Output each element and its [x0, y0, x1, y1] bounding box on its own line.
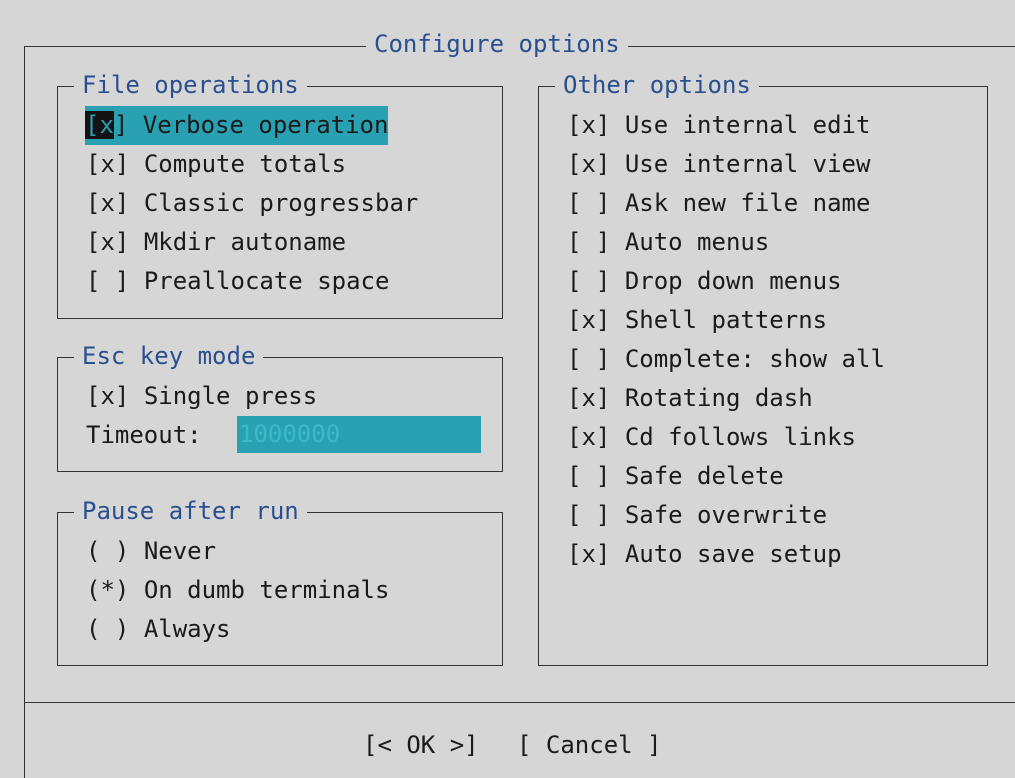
checkbox-mark: [x] [567, 150, 611, 178]
checkbox-label: Auto menus [624, 228, 770, 256]
checkbox-compute-totals[interactable]: [x] Compute totals [86, 145, 346, 184]
checkbox-mark: [x] [86, 150, 130, 178]
checkbox-label: Cd follows links [624, 423, 856, 451]
checkbox-label: Single press [143, 382, 318, 410]
checkbox-cd-follows-links[interactable]: [x] Cd follows links [567, 418, 856, 457]
checkbox-label: Safe delete [624, 462, 784, 490]
radio-label: Always [143, 615, 231, 643]
checkbox-preallocate-space[interactable]: [ ] Preallocate space [86, 262, 389, 301]
esc-key-mode-group: Esc key mode [x] Single press Timeout: [57, 337, 503, 472]
checkbox-drop-down-menus[interactable]: [ ] Drop down menus [567, 262, 842, 301]
checkbox-complete-show-all[interactable]: [ ] Complete: show all [567, 340, 885, 379]
esc-key-mode-title: Esc key mode [74, 337, 264, 376]
dialog-title: Configure options [366, 25, 628, 64]
checkbox-mark-close: ] [113, 111, 129, 139]
checkbox-label: Auto save setup [624, 540, 842, 568]
checkbox-single-press[interactable]: [x] Single press [86, 377, 317, 416]
checkbox-mark: [x] [86, 228, 130, 256]
dialog-border-left [24, 46, 25, 778]
checkbox-label: Preallocate space [143, 267, 390, 295]
checkbox-mark: [ ] [567, 345, 611, 373]
timeout-input[interactable]: 1000000 [237, 416, 481, 453]
checkbox-label: Shell patterns [624, 306, 828, 334]
checkbox-use-internal-edit[interactable]: [x] Use internal edit [567, 106, 870, 145]
timeout-label: Timeout: [86, 421, 202, 449]
radio-mark: ( ) [86, 615, 130, 643]
checkbox-mark: [x] [86, 189, 130, 217]
checkbox-label: Mkdir autoname [143, 228, 347, 256]
checkbox-mark: [x] [567, 306, 611, 334]
checkbox-mark: [ ] [567, 501, 611, 529]
checkbox-auto-save-setup[interactable]: [x] Auto save setup [567, 535, 842, 574]
checkbox-mark-open: [ [85, 111, 100, 139]
checkbox-mark: [x] [567, 540, 611, 568]
radio-always[interactable]: ( ) Always [86, 610, 231, 649]
checkbox-label: Use internal edit [624, 111, 871, 139]
checkbox-mark: [ ] [567, 462, 611, 490]
cancel-button[interactable]: [ Cancel ] [517, 726, 662, 765]
radio-label: On dumb terminals [143, 576, 390, 604]
checkbox-mark: [ ] [86, 267, 130, 295]
checkbox-mark: [x] [567, 423, 611, 451]
checkbox-mark: [ ] [567, 189, 611, 217]
checkbox-mark: [ ] [567, 267, 611, 295]
pause-after-run-group: Pause after run ( ) Never (*) On dumb te… [57, 492, 503, 666]
checkbox-label: Compute totals [143, 150, 347, 178]
radio-mark: ( ) [86, 537, 130, 565]
radio-never[interactable]: ( ) Never [86, 532, 216, 571]
checkbox-label: Drop down menus [624, 267, 842, 295]
checkbox-mark: [x] [567, 111, 611, 139]
checkbox-label: Complete: show all [624, 345, 885, 373]
checkbox-label: Rotating dash [624, 384, 813, 412]
checkbox-safe-delete[interactable]: [ ] Safe delete [567, 457, 784, 496]
checkbox-auto-menus[interactable]: [ ] Auto menus [567, 223, 769, 262]
label-verbose: Verbose operation [142, 111, 389, 139]
checkbox-ask-new-file-name[interactable]: [ ] Ask new file name [567, 184, 870, 223]
checkbox-mark: [ ] [567, 228, 611, 256]
button-bar-separator [24, 702, 1015, 703]
other-options-title: Other options [555, 66, 759, 105]
checkbox-shell-patterns[interactable]: [x] Shell patterns [567, 301, 827, 340]
checkbox-rotating-dash[interactable]: [x] Rotating dash [567, 379, 813, 418]
file-operations-group: File operations [x] Verbose operation [x… [57, 66, 503, 319]
checkbox-label: Classic progressbar [143, 189, 419, 217]
checkbox-label: Safe overwrite [624, 501, 828, 529]
checkbox-label: Ask new file name [624, 189, 871, 217]
checkbox-safe-overwrite[interactable]: [ ] Safe overwrite [567, 496, 827, 535]
radio-label: Never [143, 537, 217, 565]
radio-on-dumb-terminals[interactable]: (*) On dumb terminals [86, 571, 389, 610]
radio-mark: (*) [86, 576, 130, 604]
checkbox-mark: [x] [86, 382, 130, 410]
checkbox-verbose-operation[interactable]: [x] Verbose operation [85, 106, 389, 145]
file-operations-title: File operations [74, 66, 307, 105]
checkbox-mkdir-autoname[interactable]: [x] Mkdir autoname [86, 223, 346, 262]
checkbox-use-internal-view[interactable]: [x] Use internal view [567, 145, 870, 184]
checkbox-mark-x: x [99, 111, 114, 139]
configure-options-dialog: Configure options File operations [x] Ve… [0, 0, 1015, 778]
ok-button[interactable]: [< OK >] [363, 726, 479, 765]
checkbox-classic-progressbar[interactable]: [x] Classic progressbar [86, 184, 418, 223]
pause-after-run-title: Pause after run [74, 492, 307, 531]
checkbox-mark: [x] [567, 384, 611, 412]
checkbox-label: Use internal view [624, 150, 871, 178]
other-options-group: Other options [x] Use internal edit [x] U… [538, 66, 988, 666]
